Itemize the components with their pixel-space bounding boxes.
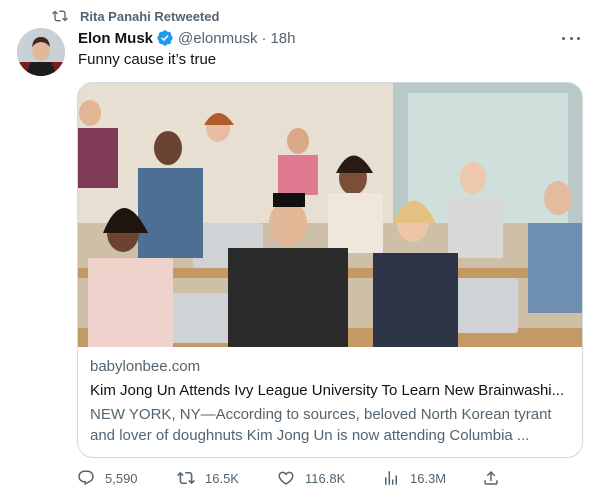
- tweet-time[interactable]: 18h: [270, 30, 295, 47]
- reply-icon: [78, 470, 94, 486]
- more-options-icon[interactable]: [562, 31, 580, 45]
- retweet-icon: [177, 471, 195, 485]
- like-button[interactable]: 116.8K: [277, 466, 345, 490]
- tweet-actions: 5,590 16.5K 116.8K 16.3M: [77, 466, 583, 490]
- like-icon: [278, 471, 294, 485]
- retweet-icon: [52, 10, 68, 22]
- retweet-count: 16.5K: [205, 470, 239, 486]
- views-button[interactable]: 16.3M: [382, 466, 446, 490]
- avatar-image: [17, 28, 65, 76]
- card-image[interactable]: [78, 83, 582, 347]
- retweet-label: Rita Panahi Retweeted: [80, 8, 220, 24]
- author-handle[interactable]: @elonmusk: [178, 30, 257, 47]
- reply-count: 5,590: [105, 470, 138, 486]
- like-count: 116.8K: [305, 470, 346, 486]
- retweet-context[interactable]: Rita Panahi Retweeted: [52, 7, 219, 25]
- avatar[interactable]: [17, 28, 65, 76]
- card-domain: babylonbee.com: [90, 358, 201, 375]
- retweet-button[interactable]: 16.5K: [177, 466, 239, 490]
- separator-dot: ·: [261, 29, 267, 47]
- verified-badge-icon: [157, 30, 173, 46]
- views-count: 16.3M: [410, 470, 447, 486]
- link-card[interactable]: babylonbee.com Kim Jong Un Attends Ivy L…: [77, 82, 583, 458]
- tweet-header: Elon Musk @elonmusk · 18h: [78, 28, 295, 48]
- share-button[interactable]: [482, 466, 510, 490]
- views-icon: [385, 471, 397, 485]
- tweet-text: Funny cause it’s true: [78, 51, 217, 68]
- classroom-photo: [78, 83, 582, 347]
- card-title: Kim Jong Un Attends Ivy League Universit…: [90, 382, 565, 399]
- reply-button[interactable]: 5,590: [77, 466, 138, 490]
- author-name[interactable]: Elon Musk: [78, 30, 153, 47]
- share-icon: [484, 470, 498, 485]
- card-description: NEW YORK, NY—According to sources, belov…: [90, 406, 552, 444]
